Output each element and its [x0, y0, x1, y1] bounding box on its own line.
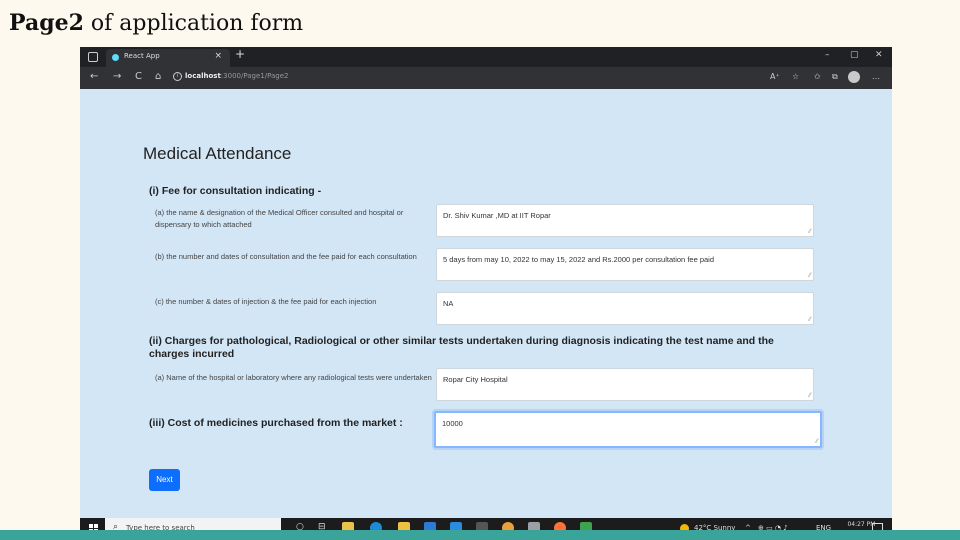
resize-grip-icon[interactable]: ⁄⁄: [809, 229, 811, 235]
forward-icon[interactable]: →: [113, 71, 121, 82]
section-consultation-title: (i) Fee for consultation indicating -: [149, 185, 322, 197]
consultation-dates-textarea[interactable]: 5 days from may 10, 2022 to may 15, 2022…: [436, 248, 814, 281]
tab-strip: React App × + – ▢ ✕: [80, 47, 892, 67]
favorites-list-icon[interactable]: ✩: [814, 72, 821, 81]
slide-accent-bar: [0, 530, 960, 540]
hospital-textarea[interactable]: Ropar City Hospital ⁄⁄: [436, 368, 814, 401]
medical-officer-value: Dr. Shiv Kumar ,MD at IIT Ropar: [443, 211, 551, 220]
field-label-hospital: (a) Name of the hospital or laboratory w…: [155, 373, 432, 382]
medical-officer-textarea[interactable]: Dr. Shiv Kumar ,MD at IIT Ropar ⁄⁄: [436, 204, 814, 237]
hospital-value: Ropar City Hospital: [443, 375, 508, 384]
resize-grip-icon[interactable]: ⁄⁄: [816, 439, 818, 445]
section-tests-title: (ii) Charges for pathological, Radiologi…: [149, 335, 774, 360]
profile-avatar[interactable]: [848, 71, 860, 83]
medicines-cost-value: 10000: [442, 419, 463, 428]
read-aloud-icon[interactable]: A⁺: [770, 72, 780, 81]
react-favicon-icon: [112, 54, 119, 61]
site-info-icon[interactable]: i: [173, 72, 182, 81]
favorite-icon[interactable]: ☆: [792, 72, 799, 81]
slide-title-rest: of application form: [83, 11, 304, 36]
minimize-icon[interactable]: –: [825, 50, 830, 60]
address-bar-row: ← → C ⌂ i localhost:3000/Page1/Page2 A⁺ …: [80, 67, 892, 89]
tab-actions-icon[interactable]: [88, 52, 98, 62]
url-field[interactable]: localhost:3000/Page1/Page2: [185, 72, 289, 80]
resize-grip-icon[interactable]: ⁄⁄: [809, 273, 811, 279]
browser-tab[interactable]: React App ×: [106, 49, 230, 67]
collections-icon[interactable]: ⧉: [832, 72, 838, 82]
page-heading: Medical Attendance: [143, 144, 292, 163]
resize-grip-icon[interactable]: ⁄⁄: [809, 317, 811, 323]
url-path: :3000/Page1/Page2: [220, 72, 289, 80]
refresh-icon[interactable]: C: [135, 71, 142, 82]
home-icon[interactable]: ⌂: [155, 71, 161, 82]
close-window-icon[interactable]: ✕: [875, 50, 883, 60]
tab-close-icon[interactable]: ×: [214, 51, 222, 61]
back-icon[interactable]: ←: [90, 71, 98, 82]
form-page: Medical Attendance (i) Fee for consultat…: [80, 89, 892, 518]
tab-title: React App: [124, 52, 160, 60]
field-label-injection: (c) the number & dates of injection & th…: [155, 297, 377, 306]
field-label-medical-officer: (a) the name & designation of the Medica…: [155, 208, 404, 229]
medicines-cost-textarea[interactable]: 10000 ⁄⁄: [434, 411, 822, 448]
consultation-dates-value: 5 days from may 10, 2022 to may 15, 2022…: [443, 255, 715, 264]
field-label-consultation-dates: (b) the number and dates of consultation…: [155, 252, 417, 261]
browser-screenshot: React App × + – ▢ ✕ ← → C ⌂ i localhost:…: [80, 47, 892, 539]
injection-value: NA: [443, 299, 454, 308]
injection-textarea[interactable]: NA ⁄⁄: [436, 292, 814, 325]
section-medicines-title: (iii) Cost of medicines purchased from t…: [149, 417, 403, 429]
more-menu-icon[interactable]: …: [872, 72, 880, 81]
slide-title-bold: Page2: [9, 10, 84, 36]
maximize-icon[interactable]: ▢: [850, 50, 859, 60]
url-host: localhost: [185, 72, 221, 80]
next-button[interactable]: Next: [149, 469, 180, 491]
resize-grip-icon[interactable]: ⁄⁄: [809, 393, 811, 399]
new-tab-button[interactable]: +: [235, 47, 245, 61]
slide-title: Page2 of application form: [9, 10, 303, 36]
